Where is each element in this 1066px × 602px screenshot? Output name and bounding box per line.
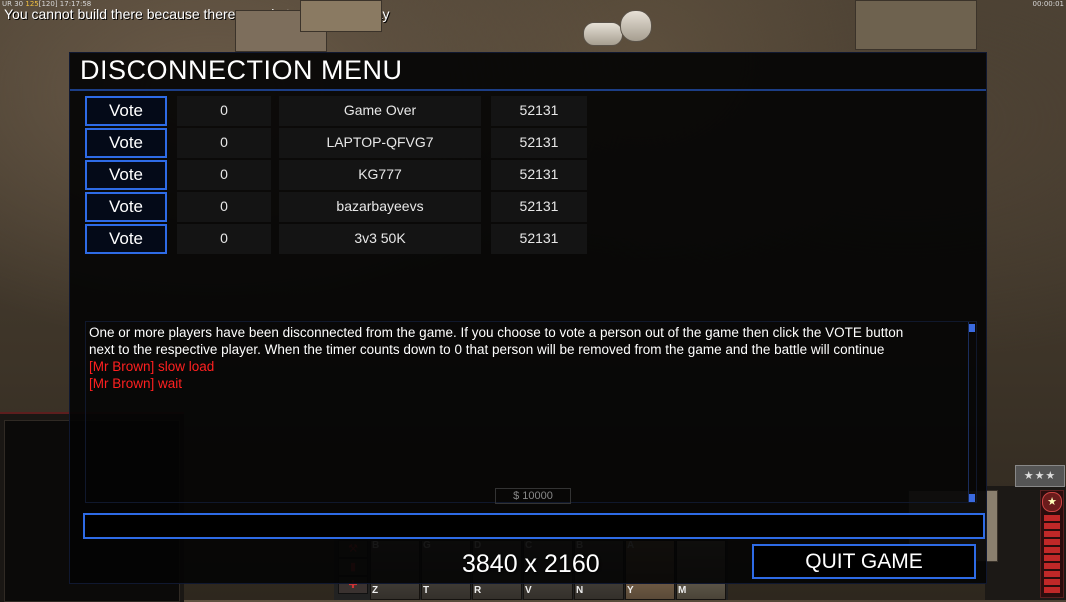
vote-button[interactable]: Vote [85,128,167,158]
scroll-up-icon[interactable] [969,324,975,332]
hotkey-label: M [678,585,687,596]
chat-input[interactable] [83,513,985,539]
hotkey-label: Y [627,585,634,596]
vote-count: 0 [177,192,271,222]
player-name: 3v3 50K [279,224,481,254]
vote-button[interactable]: Vote [85,192,167,222]
general-star-icon[interactable]: ★ [1042,492,1062,512]
hotkey-label: R [474,585,482,596]
info-text: One or more players have been disconnect… [89,325,904,340]
title-divider [70,89,986,91]
game-clock: 00:00:01 [1032,0,1064,8]
hotkey-label: N [576,585,584,596]
vote-button[interactable]: Vote [85,160,167,190]
chat-message: [Mr Brown] wait [89,376,183,391]
dialog-title: DISCONNECTION MENU [80,55,403,85]
chat-scrollbar[interactable] [968,322,976,502]
resolution-overlay: 3840 x 2160 [462,550,600,578]
chat-log[interactable]: One or more players have been disconnect… [85,321,977,503]
hotkey-label: Z [372,585,379,596]
money-counter: $ 10000 [495,488,571,504]
oil-tank [620,10,652,42]
player-ping: 52131 [491,224,587,254]
player-ping: 52131 [491,160,587,190]
player-name: KG777 [279,160,481,190]
scroll-down-icon[interactable] [969,494,975,502]
player-name: Game Over [279,96,481,126]
vote-button[interactable]: Vote [85,224,167,254]
hotkey-label: V [525,585,532,596]
player-ping: 52131 [491,96,587,126]
player-name: LAPTOP-QFVG7 [279,128,481,158]
chat-message: [Mr Brown] slow load [89,359,215,374]
vote-button[interactable]: Vote [85,96,167,126]
base-building [855,0,977,50]
rank-stars: ★★★ [1015,465,1065,487]
vote-count: 0 [177,224,271,254]
quit-game-button[interactable]: QUIT GAME [752,544,976,579]
oil-tank [583,22,623,46]
info-text: next to the respective player. When the … [89,342,885,357]
hotkey-label: T [423,585,430,596]
disconnection-dialog: DISCONNECTION MENU Vote 0 Game Over 5213… [69,52,987,584]
vote-count: 0 [177,160,271,190]
base-building [300,0,382,32]
player-name: bazarbayeevs [279,192,481,222]
vote-count: 0 [177,128,271,158]
player-ping: 52131 [491,192,587,222]
vote-count: 0 [177,96,271,126]
player-ping: 52131 [491,128,587,158]
